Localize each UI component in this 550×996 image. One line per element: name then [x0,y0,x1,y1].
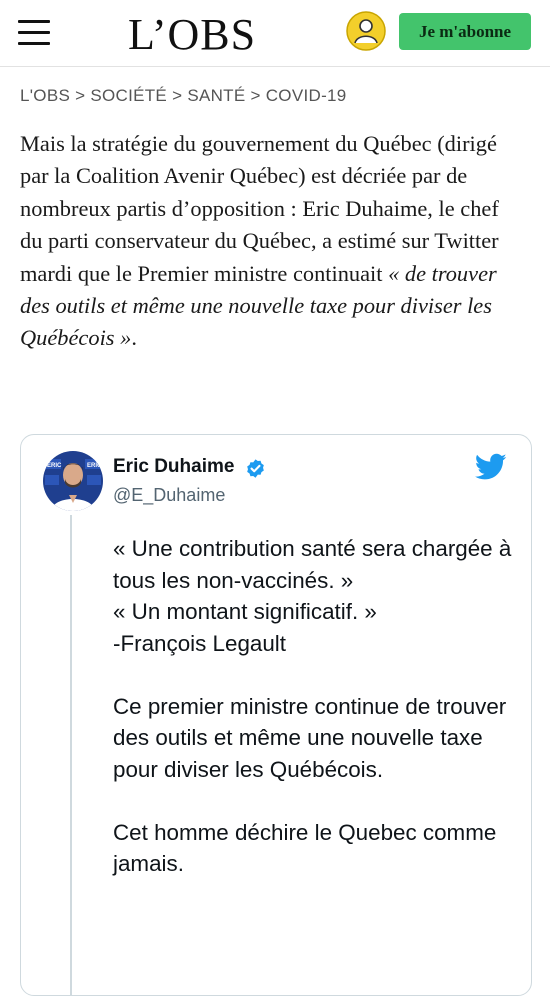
tweet-line-break [113,785,513,817]
breadcrumb-item-societe[interactable]: SOCIÉTÉ [90,86,167,105]
avatar-banner-text: ERIC [47,463,62,469]
tweet-line-break [113,659,513,691]
twitter-bird-icon[interactable] [474,453,507,481]
account-icon[interactable] [345,10,387,52]
avatar-banner-text: ERIC [87,463,102,469]
embedded-tweet[interactable]: ERIC ERIC Eric Duhaime @E_Duhaime « Une … [20,434,532,996]
tweet-author-name[interactable]: Eric Duhaime [113,456,234,478]
tweet-line: « Un montant significatif. » [113,599,377,624]
tweet-line: Cet homme déchire le Quebec comme jamais… [113,819,497,877]
verified-badge-icon [245,458,266,479]
site-header: L’OBS Je m'abonne [0,0,550,67]
article-paragraph: Mais la stratégie du gouvernement du Qué… [20,128,520,355]
paragraph-end: . [131,325,137,351]
subscribe-button[interactable]: Je m'abonne [399,13,531,50]
breadcrumb-item-lobs[interactable]: L'OBS [20,86,70,105]
breadcrumb: L'OBS > SOCIÉTÉ > SANTÉ > COVID-19 [20,86,347,106]
tweet-text: « Une contribution santé sera chargée à … [113,533,513,880]
breadcrumb-item-sante[interactable]: SANTÉ [187,86,245,105]
breadcrumb-separator: > [75,86,86,105]
breadcrumb-separator: > [250,86,261,105]
thread-line [70,515,72,995]
site-logo[interactable]: L’OBS [128,10,256,60]
avatar[interactable]: ERIC ERIC [43,451,103,511]
tweet-line: -François Legault [113,630,286,656]
tweet-author-handle[interactable]: @E_Duhaime [113,485,225,506]
tweet-line: « Une contribution santé sera chargée à … [113,536,512,593]
breadcrumb-item-covid[interactable]: COVID-19 [266,86,347,105]
menu-icon[interactable] [18,18,52,48]
tweet-line: Ce premier ministre continue de trouver … [113,693,507,782]
breadcrumb-separator: > [172,86,183,105]
article-body: Mais la stratégie du gouvernement du Qué… [20,128,520,355]
